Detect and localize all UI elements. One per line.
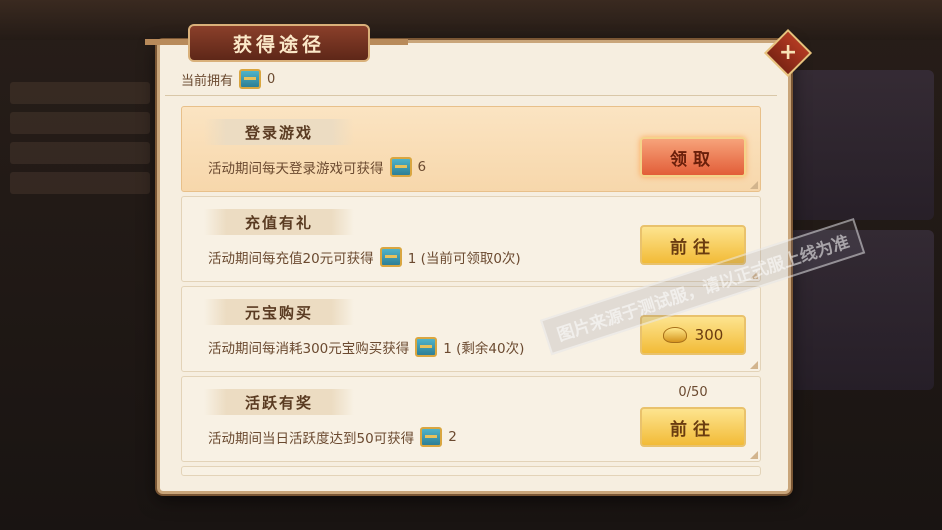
row-description: 活动期间每充值20元可获得 1 (当前可领取0次) [208,247,521,267]
row-description-text: 活动期间每天登录游戏可获得 [208,161,384,177]
go-button[interactable]: 前往 [640,407,746,447]
row-description: 活动期间当日活跃度达到50可获得 2 [208,427,457,447]
source-row-recharge: 充值有礼 活动期间每充值20元可获得 1 (当前可领取0次) 前往 [181,196,761,282]
background-list-item [10,172,150,194]
background-list-item [10,142,150,164]
buy-button[interactable]: 300 [640,315,746,355]
row-corner-ornament [750,451,758,459]
row-corner-ornament [750,181,758,189]
owned-label: 当前拥有 [181,73,234,89]
owned-count-bar: 当前拥有 0 [181,69,275,89]
dialog-title: 获得途径 [188,24,370,62]
row-label: 元宝购买 [204,299,354,325]
background-list-item [10,82,150,104]
row-corner-ornament [750,271,758,279]
row-reward: 1 (当前可领取0次) [407,251,521,267]
owned-count: 0 [267,71,276,87]
row-reward: 2 [448,429,457,445]
treasure-chest-icon [379,247,402,267]
row-label: 充值有礼 [204,209,354,235]
treasure-chest-icon [415,337,438,357]
activity-progress: 0/50 [678,385,708,400]
background-card [789,70,934,220]
divider [165,95,777,96]
claim-button[interactable]: 领取 [640,137,746,177]
row-description: 活动期间每消耗300元宝购买获得 1 (剩余40次) [208,337,524,357]
list-next-item-peek [181,466,761,476]
source-row-login: 登录游戏 活动期间每天登录游戏可获得 6 领取 [181,106,761,192]
row-description-text: 活动期间每消耗300元宝购买获得 [208,341,410,357]
treasure-chest-icon [239,69,262,89]
row-description-text: 活动期间每充值20元可获得 [208,251,374,267]
row-reward: 1 (剩余40次) [443,341,525,357]
close-icon: + [778,40,798,65]
row-reward: 6 [417,159,427,175]
background-card [789,230,934,390]
gold-ingot-icon [662,327,687,343]
row-label: 活跃有奖 [204,389,354,415]
treasure-chest-icon [389,157,412,177]
treasure-chest-icon [420,427,443,447]
row-label: 登录游戏 [204,119,354,145]
row-description-text: 活动期间当日活跃度达到50可获得 [208,431,415,447]
background-list-item [10,112,150,134]
source-row-purchase: 元宝购买 活动期间每消耗300元宝购买获得 1 (剩余40次) 300 [181,286,761,372]
source-row-activity: 活跃有奖 活动期间当日活跃度达到50可获得 2 0/50 前往 [181,376,761,462]
row-corner-ornament [750,361,758,369]
buy-price: 300 [694,326,724,344]
background-top-bar [0,0,942,40]
row-description: 活动期间每天登录游戏可获得 6 [208,157,426,177]
go-button[interactable]: 前往 [640,225,746,265]
